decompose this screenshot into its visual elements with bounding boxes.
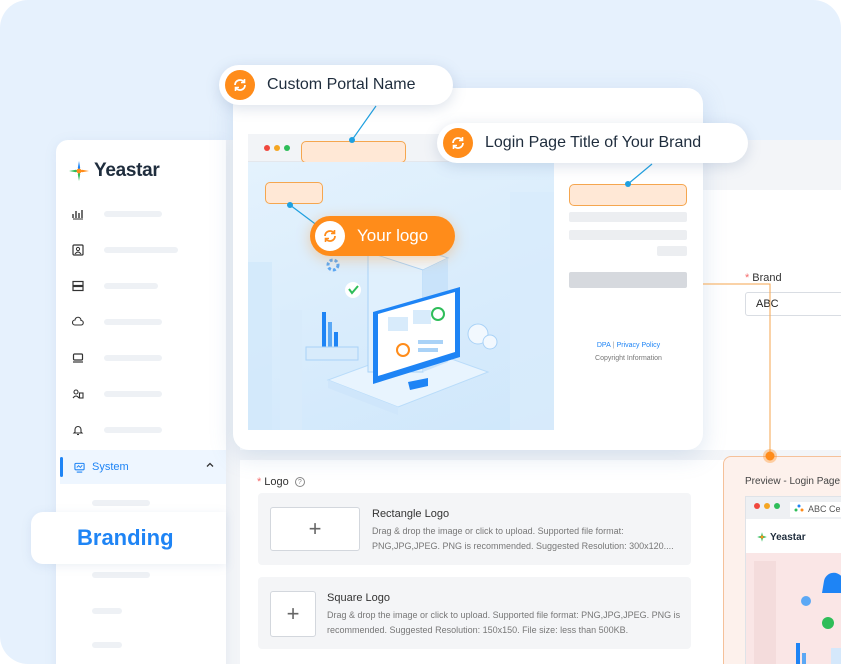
help-icon[interactable]: ? [294, 477, 305, 487]
cloud-icon [72, 316, 84, 328]
logo-placeholder [265, 182, 323, 204]
preview-title: Preview - Login Page [745, 476, 841, 487]
footer-links: DPA | Privacy Policy [596, 342, 661, 349]
plus-icon: + [308, 516, 322, 541]
sidebar-item-users[interactable] [72, 386, 222, 402]
sidebar-item-branding[interactable]: Branding [31, 512, 226, 564]
copyright-text: Copyright Information [595, 355, 662, 362]
yeastar-favicon-icon [794, 504, 804, 512]
refresh-icon [443, 128, 473, 158]
minimize-dot-icon [274, 145, 280, 151]
yeastar-logo-icon [757, 532, 767, 542]
maximize-dot-icon [284, 145, 290, 151]
system-monitor-icon [74, 462, 85, 473]
preview-brand-logo: Yeastar [756, 531, 806, 543]
storage-icon [72, 280, 84, 292]
square-logo-upload-button[interactable]: + [270, 591, 316, 637]
users-icon [72, 388, 84, 400]
sidebar-subitem[interactable] [92, 642, 122, 648]
chevron-up-icon[interactable] [206, 461, 214, 472]
sidebar-subitem[interactable] [92, 608, 122, 614]
preview-tab-bar: ABC Ce [746, 497, 841, 519]
sidebar-item-contacts[interactable] [72, 242, 222, 258]
login-form-area: DPA | Privacy Policy Copyright Information [554, 162, 703, 430]
minimize-dot-icon [764, 503, 770, 509]
sidebar-item-system[interactable]: System [60, 450, 226, 484]
sidebar-item-notifications[interactable] [72, 422, 222, 438]
contacts-icon [72, 244, 84, 256]
dpa-link[interactable]: DPA [597, 342, 611, 349]
yeastar-logo: Yeastar [68, 160, 160, 182]
rectangle-logo-title: Rectangle Logo [372, 508, 450, 520]
sidebar-item-storage[interactable] [72, 278, 222, 294]
login-title-placeholder [569, 184, 687, 206]
brand-field-label: * Brand [745, 272, 782, 284]
logo-field-label: * Logo ? [257, 476, 305, 488]
callout-your-logo: Your logo [310, 216, 455, 256]
callout-login-title: Login Page Title of Your Brand [437, 123, 748, 163]
dashboard-icon [72, 208, 84, 220]
printer-icon [72, 352, 84, 364]
login-illustration [248, 162, 554, 430]
sidebar-item-cloud[interactable] [72, 314, 222, 330]
plus-icon: + [286, 601, 300, 626]
sidebar: Yeastar System [56, 140, 226, 664]
brand-name: Yeastar [94, 160, 160, 181]
privacy-policy-link[interactable]: Privacy Policy [617, 342, 661, 349]
login-button-placeholder [569, 272, 687, 288]
bell-icon [72, 424, 84, 436]
square-logo-description: Drag & drop the image or click to upload… [327, 610, 681, 635]
preview-illustration [746, 553, 841, 664]
portal-name-placeholder [301, 141, 406, 163]
sidebar-item-devices[interactable] [72, 350, 222, 366]
rectangle-logo-description: Drag & drop the image or click to upload… [372, 526, 674, 551]
refresh-icon [225, 70, 255, 100]
maximize-dot-icon [774, 503, 780, 509]
square-logo-upload-card: + Square Logo Drag & drop the image or c… [258, 577, 691, 649]
username-field-placeholder [569, 212, 687, 222]
brand-input[interactable]: ABC [745, 292, 841, 316]
sidebar-subitem[interactable] [92, 500, 150, 506]
canvas: * Brand ABC * Logo ? + Rectangle Logo Dra… [0, 0, 841, 664]
rectangle-logo-upload-card: + Rectangle Logo Drag & drop the image o… [258, 493, 691, 565]
preview-browser: ABC Ce Yeastar [745, 496, 841, 664]
sidebar-subitem[interactable] [92, 572, 150, 578]
callout-portal-name: Custom Portal Name [219, 65, 453, 105]
login-page-browser: DPA | Privacy Policy Copyright Information [248, 134, 703, 430]
forgot-link-placeholder [657, 246, 687, 256]
preview-tab: ABC Ce [790, 502, 841, 517]
square-logo-title: Square Logo [327, 592, 390, 604]
yeastar-logo-icon [69, 161, 89, 181]
password-field-placeholder [569, 230, 687, 240]
close-dot-icon [754, 503, 760, 509]
close-dot-icon [264, 145, 270, 151]
sidebar-item-dashboard[interactable] [72, 206, 222, 222]
refresh-icon [315, 221, 345, 251]
rectangle-logo-upload-button[interactable]: + [270, 507, 360, 551]
